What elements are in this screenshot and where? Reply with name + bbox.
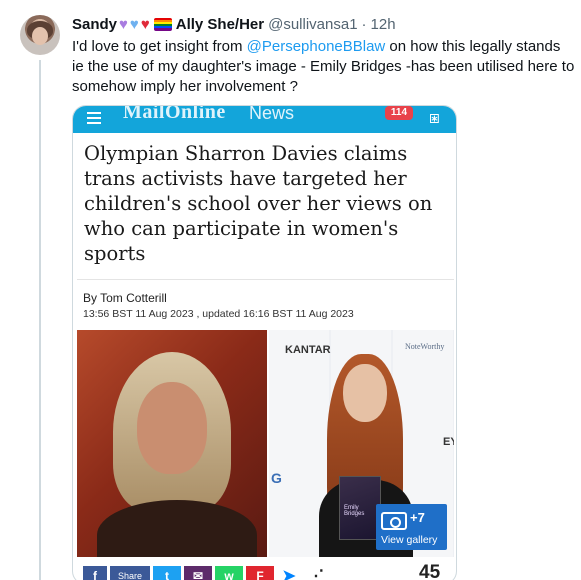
photo-body — [97, 500, 257, 557]
flipboard-icon: F — [246, 566, 274, 580]
avatar[interactable] — [20, 15, 60, 55]
noteworthy-logo: NoteWorthy — [405, 342, 445, 351]
attached-image[interactable]: MailOnline News 114 ⧆ Olympian Sharron D… — [72, 105, 457, 580]
mention-link[interactable]: @PersephoneBBlaw — [247, 38, 386, 55]
tweet-text-line1: I'd love to get insight from @Persephone… — [72, 37, 581, 57]
view-gallery-button: +7 View gallery — [376, 504, 447, 550]
rainbow-flag-icon — [153, 17, 172, 31]
author-name[interactable]: Sandy — [72, 16, 117, 33]
avatar-face — [32, 27, 48, 45]
gallery-label: View gallery — [381, 534, 438, 546]
separator-dot: · — [361, 15, 367, 33]
thread-line — [39, 60, 41, 580]
tweet-text: I'd love to get insight from @Persephone… — [72, 37, 581, 97]
blue-heart-icon: ♥ — [129, 15, 139, 33]
share-buttons: f Share t ✉ w F ➤ ⋰ — [83, 566, 328, 580]
tweet-header: Sandy ♥ ♥ ♥ Ally She/Her @sullivansa1 · … — [72, 14, 396, 34]
photo-face — [137, 382, 207, 474]
article-dateline: 13:56 BST 11 Aug 2023 , updated 16:16 BS… — [83, 308, 354, 320]
article-headline: Olympian Sharron Davies claims trans act… — [84, 142, 433, 265]
kantar-logo: KANTAR — [285, 344, 331, 356]
tweet-timestamp[interactable]: 12h — [371, 16, 396, 33]
notification-badge: 114 — [385, 106, 413, 120]
facebook-icon: f — [83, 566, 107, 580]
tweet-text-line3: somehow imply her involvement ? — [72, 78, 298, 95]
menu-icon — [87, 112, 101, 124]
mailonline-top-bar: MailOnline News 114 ⧆ — [73, 105, 456, 133]
whatsapp-icon: w — [215, 566, 243, 580]
g-logo: G — [271, 470, 282, 486]
photo-face — [343, 364, 387, 422]
camera-icon — [381, 512, 407, 530]
award-name: Emily Bridges — [344, 505, 365, 517]
share-icon: ⧆ — [429, 108, 440, 127]
share-count: 45 — [419, 562, 441, 580]
tweet-text-suffix: on how this legally stands — [385, 38, 561, 55]
photo-sharron-davies — [77, 330, 267, 557]
divider — [77, 279, 454, 280]
author-handle[interactable]: @sullivansa1 — [268, 16, 357, 33]
tweet-text-line2: ie the use of my daughter's image - Emil… — [72, 58, 575, 75]
site-section: News — [249, 105, 295, 123]
messenger-icon: ➤ — [277, 566, 301, 580]
tweet-text-prefix: I'd love to get insight from — [72, 38, 247, 55]
article-byline: By Tom Cotterill — [83, 291, 167, 305]
site-brand: MailOnline — [123, 105, 226, 123]
award-plaque: Emily Bridges — [339, 476, 381, 540]
purple-heart-icon: ♥ — [119, 15, 128, 33]
author-name-suffix[interactable]: Ally She/Her — [176, 16, 264, 33]
twitter-icon: t — [153, 566, 181, 580]
email-icon: ✉ — [184, 566, 212, 580]
ey-logo: EY — [443, 436, 454, 448]
gallery-count: +7 — [410, 510, 425, 525]
red-heart-icon: ♥ — [140, 15, 150, 33]
share-more-icon: ⋰ — [304, 566, 328, 580]
facebook-share-label: Share — [110, 566, 150, 580]
